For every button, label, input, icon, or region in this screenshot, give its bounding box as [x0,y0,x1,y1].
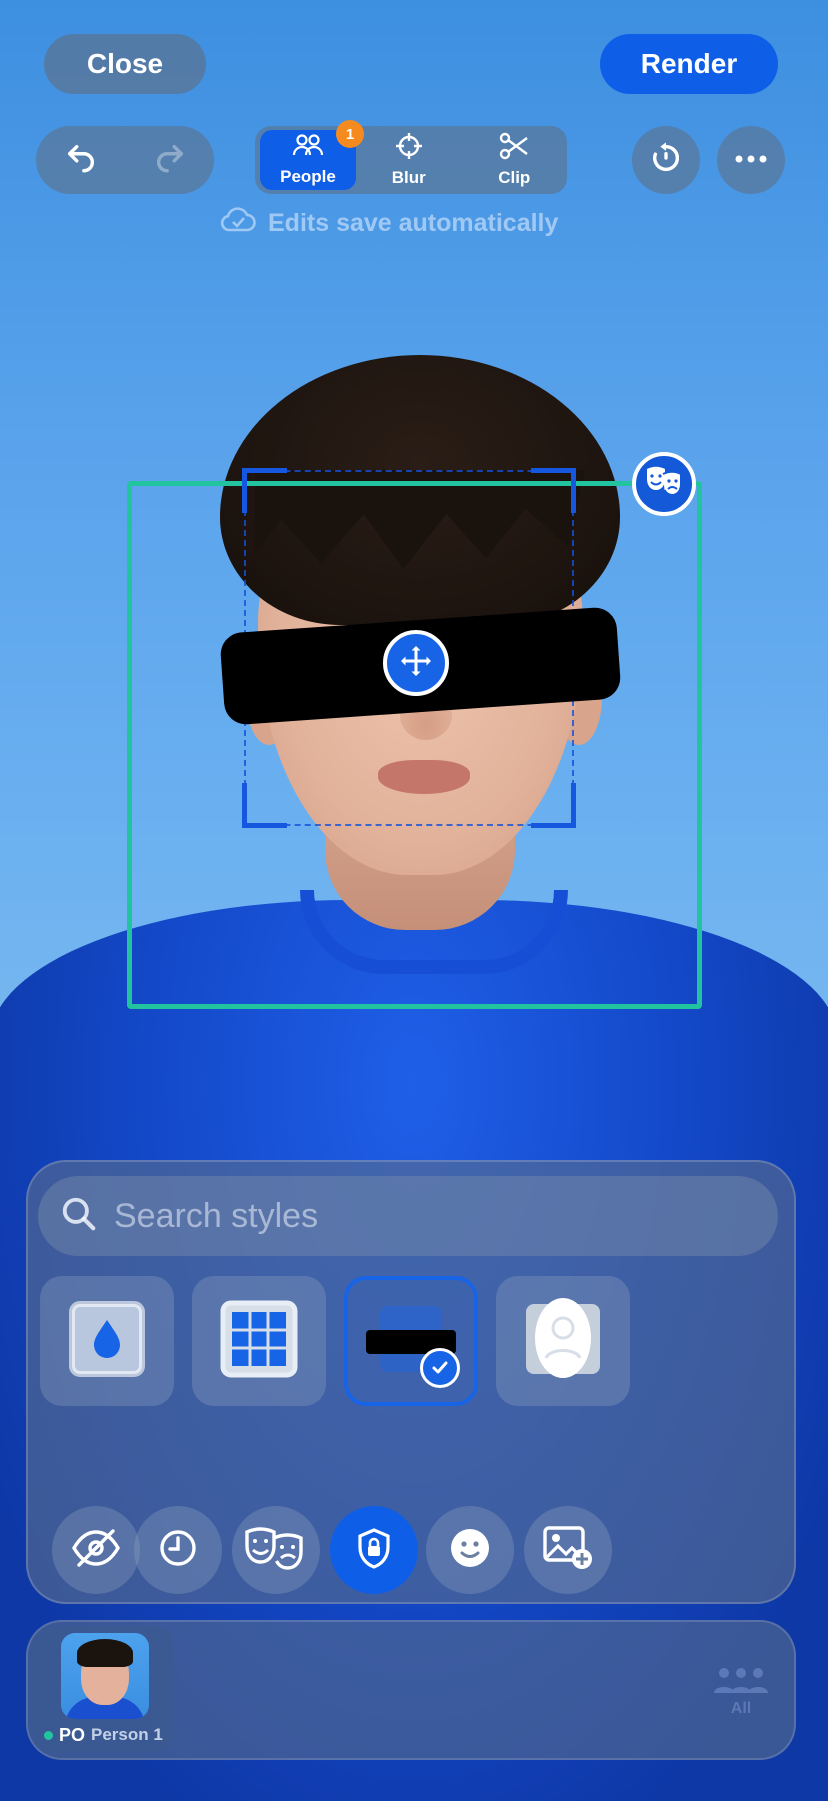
corner-handle-bottom-right[interactable] [531,783,576,828]
undo-redo-group [36,126,214,194]
thumb-hair [77,1639,133,1667]
smiley-icon [449,1527,491,1574]
reset-button[interactable] [632,126,700,194]
group-icon [712,1665,770,1700]
style-tile-pixelate[interactable] [192,1276,326,1406]
autosave-notice: Edits save automatically [220,206,559,241]
timing-option-button[interactable] [134,1506,222,1594]
person-thumbnail[interactable] [61,1633,149,1719]
scissors-icon [499,132,529,168]
mask-option-button[interactable] [232,1506,320,1594]
move-arrows-icon [398,643,434,684]
water-drop-icon [68,1300,146,1383]
rotate-reset-icon [649,141,683,180]
undo-icon[interactable] [64,141,98,180]
tab-blur[interactable]: Blur [356,130,462,190]
tab-clip[interactable]: Clip [462,130,568,190]
tool-selector: People 1 Blur Clip [255,120,568,194]
tab-people-label: People [280,167,336,186]
move-handle[interactable] [383,630,449,696]
eye-slash-icon [71,1528,121,1573]
search-bar[interactable] [38,1176,778,1256]
style-tile-silhouette[interactable] [496,1276,630,1406]
emoji-option-button[interactable] [426,1506,514,1594]
privacy-shield-option-button[interactable] [330,1506,418,1594]
ellipsis-icon [734,151,768,169]
all-people-button[interactable]: All [708,1656,774,1726]
redo-icon[interactable] [153,141,187,180]
corner-handle-top-right[interactable] [531,468,576,513]
tab-blur-label: Blur [391,168,426,187]
person-initials: PO [59,1724,86,1745]
tab-clip-label: Clip [498,168,531,187]
crosshair-icon [395,132,423,168]
style-tile-blur[interactable] [40,1276,174,1406]
search-icon [60,1195,98,1238]
all-label: All [730,1699,752,1717]
style-tile-bar[interactable] [344,1276,478,1406]
render-button[interactable]: Render [600,34,778,94]
shield-lock-icon [356,1527,392,1574]
person-silhouette-icon [524,1294,602,1389]
autosave-text: Edits save automatically [268,208,559,237]
tab-people[interactable]: People 1 [260,120,364,190]
person-name: Person 1 [91,1725,163,1744]
corner-handle-top-left[interactable] [242,468,287,513]
pixel-grid-icon [220,1300,298,1383]
clock-icon [157,1527,199,1574]
corner-handle-bottom-left[interactable] [242,783,287,828]
person-label: PO Person 1 [44,1723,163,1747]
theater-masks-icon [244,1526,308,1575]
people-icon [292,133,324,167]
selected-check-icon [420,1348,460,1388]
image-add-icon [542,1525,594,1576]
hide-option-button[interactable] [52,1506,140,1594]
theater-masks-icon [644,465,684,504]
close-button[interactable]: Close [44,34,206,94]
cloud-check-icon [220,206,256,241]
add-image-option-button[interactable] [524,1506,612,1594]
mask-style-badge[interactable] [632,452,696,516]
search-input[interactable] [112,1195,716,1237]
more-options-button[interactable] [717,126,785,194]
status-dot [44,1730,53,1740]
